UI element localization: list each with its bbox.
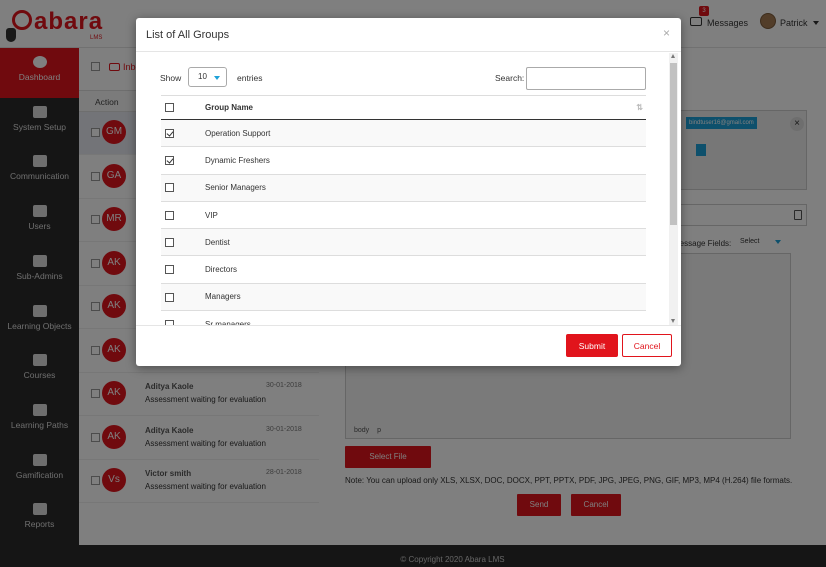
scrollbar-thumb[interactable] [670, 63, 677, 225]
row-checkbox-cell [161, 200, 205, 229]
entries-label: entries [237, 73, 263, 83]
table-row[interactable]: Managers [161, 282, 646, 311]
table-row[interactable]: Dentist [161, 228, 646, 256]
table-row[interactable]: Dynamic Freshers [161, 146, 646, 175]
group-checkbox[interactable] [165, 238, 174, 248]
groups-table-wrapper: Group Name ⇅ Operation Support Dynamic Fr… [161, 95, 646, 325]
cancel-button[interactable]: Cancel [622, 334, 672, 357]
table-row[interactable]: Sr managers [161, 310, 646, 325]
scroll-up-icon[interactable] [671, 54, 675, 58]
table-row[interactable]: Directors [161, 255, 646, 284]
groups-modal: List of All Groups × Show 10 entries Sea… [136, 18, 681, 366]
select-all-checkbox[interactable] [165, 103, 174, 113]
select-all-cell [161, 95, 205, 120]
group-name-cell: Senior Managers [205, 173, 646, 202]
modal-scrollbar[interactable] [669, 53, 678, 325]
modal-footer-divider [136, 325, 681, 326]
groups-table: Group Name ⇅ Operation Support Dynamic Fr… [161, 95, 646, 325]
row-checkbox-cell [161, 282, 205, 311]
table-header-row: Group Name ⇅ [161, 95, 646, 120]
row-checkbox-cell [161, 173, 205, 202]
submit-button[interactable]: Submit [566, 334, 618, 357]
row-checkbox-cell [161, 118, 205, 147]
page-length-select[interactable]: 10 [188, 67, 227, 87]
group-checkbox[interactable] [165, 210, 174, 220]
close-icon[interactable]: × [663, 26, 670, 40]
group-name-cell: VIP [205, 200, 646, 229]
search-input[interactable] [526, 67, 646, 90]
show-label: Show [160, 73, 182, 83]
group-name-cell: Operation Support [205, 118, 646, 147]
group-name-header-label: Group Name [205, 103, 254, 112]
table-row[interactable]: VIP [161, 200, 646, 229]
group-checkbox[interactable] [165, 292, 174, 302]
group-name-cell: Managers [205, 282, 646, 311]
row-checkbox-cell [161, 310, 205, 325]
group-name-cell: Directors [205, 255, 646, 284]
scroll-down-icon[interactable] [671, 319, 675, 323]
group-name-cell: Sr managers [205, 310, 646, 325]
row-checkbox-cell [161, 146, 205, 175]
group-name-cell: Dentist [205, 228, 646, 256]
group-checkbox[interactable] [165, 265, 174, 275]
group-checkbox[interactable] [165, 183, 174, 193]
group-name-column-header[interactable]: Group Name ⇅ [205, 95, 646, 120]
modal-header-divider [136, 51, 681, 52]
table-row[interactable]: Operation Support [161, 118, 646, 147]
table-row[interactable]: Senior Managers [161, 173, 646, 202]
modal-title: List of All Groups [146, 29, 230, 41]
sort-icon[interactable]: ⇅ [636, 103, 643, 112]
group-name-cell: Dynamic Freshers [205, 146, 646, 175]
group-checkbox[interactable] [165, 156, 174, 166]
row-checkbox-cell [161, 255, 205, 284]
row-checkbox-cell [161, 228, 205, 256]
search-label: Search: [495, 73, 525, 83]
group-checkbox[interactable] [165, 128, 174, 138]
